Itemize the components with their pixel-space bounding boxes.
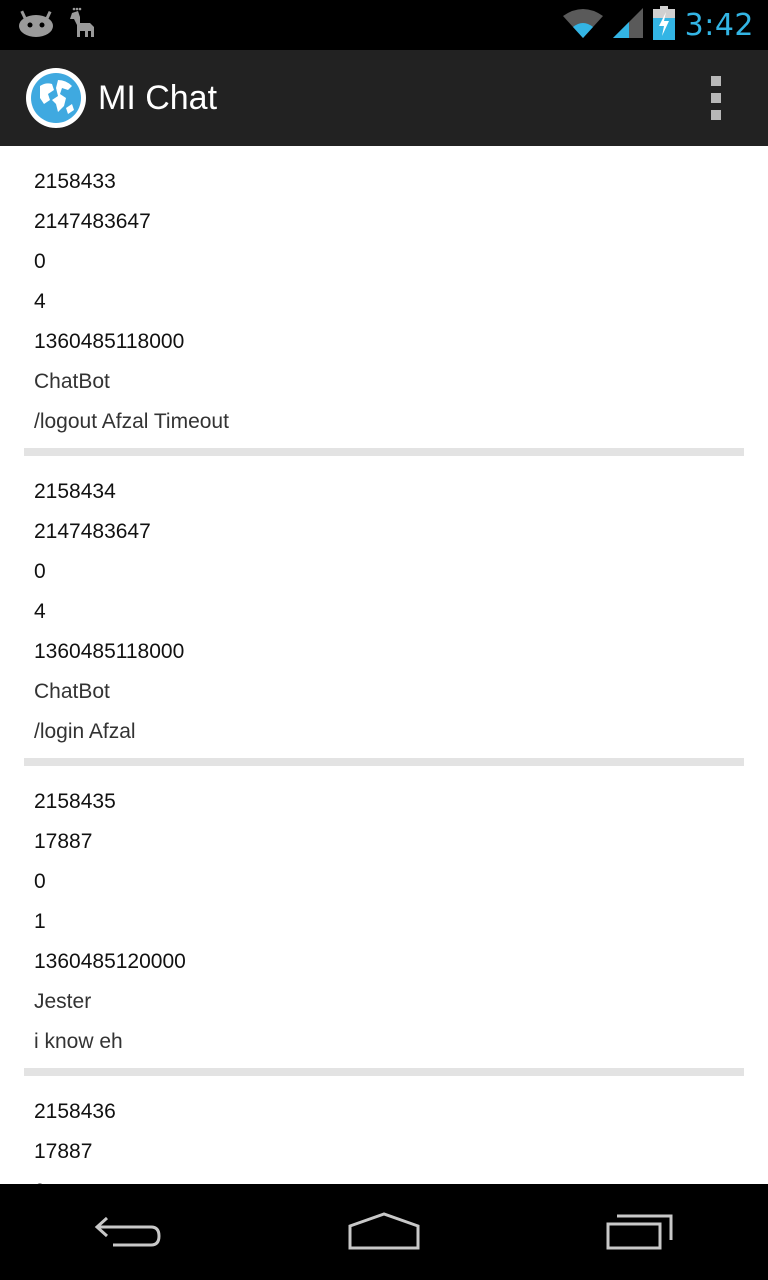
signal-icon — [612, 8, 643, 42]
screen: 3:42 MI Chat 2158433 2147483647 0 4 1360 — [0, 0, 768, 1280]
message-sender: Jester — [34, 990, 92, 1013]
android-icon — [18, 9, 54, 41]
message-type: 1 — [34, 910, 46, 933]
status-bar: 3:42 — [0, 0, 768, 50]
message-text: /login Afzal — [34, 720, 136, 743]
message-divider — [24, 758, 744, 766]
message-user-id: 2147483647 — [34, 520, 151, 543]
recent-apps-icon[interactable] — [585, 1202, 695, 1262]
message-timestamp: 1360485118000 — [34, 330, 185, 353]
system-icons: 3:42 — [562, 6, 754, 44]
message-item[interactable]: 2158435 17887 0 1 1360485120000 Jester i… — [24, 782, 744, 1062]
message-id: 2158433 — [34, 170, 116, 193]
message-timestamp: 1360485118000 — [34, 640, 185, 663]
message-text: i know eh — [34, 1030, 123, 1053]
home-icon[interactable] — [329, 1202, 439, 1262]
message-list[interactable]: 2158433 2147483647 0 4 1360485118000 Cha… — [0, 146, 768, 1184]
overflow-dot — [711, 76, 721, 86]
app-title: MI Chat — [98, 78, 218, 117]
message-flag: 0 — [34, 560, 46, 583]
message-sender: ChatBot — [34, 680, 110, 703]
message-item[interactable]: 2158434 2147483647 0 4 1360485118000 Cha… — [24, 472, 744, 752]
message-flag: 0 — [34, 870, 46, 893]
message-id: 2158435 — [34, 790, 116, 813]
message-timestamp: 1360485120000 — [34, 950, 186, 973]
notification-icons — [18, 7, 98, 43]
battery-charging-icon — [652, 6, 675, 44]
message-user-id: 2147483647 — [34, 210, 151, 233]
message-type: 4 — [34, 290, 46, 313]
navigation-bar — [0, 1184, 768, 1280]
overflow-menu-icon[interactable] — [704, 76, 728, 120]
action-bar: MI Chat — [0, 50, 768, 146]
overflow-dot — [711, 110, 721, 120]
overflow-dot — [711, 93, 721, 103]
status-time: 3:42 — [684, 7, 754, 43]
message-type: 4 — [34, 600, 46, 623]
camel-icon — [68, 7, 98, 43]
globe-icon[interactable] — [26, 68, 86, 128]
wifi-icon — [562, 8, 603, 42]
message-text: /logout Afzal Timeout — [34, 410, 229, 433]
message-item[interactable]: 2158436 17887 0 — [24, 1092, 744, 1184]
message-id: 2158436 — [34, 1100, 116, 1123]
message-item[interactable]: 2158433 2147483647 0 4 1360485118000 Cha… — [24, 162, 744, 442]
message-divider — [24, 1068, 744, 1076]
message-user-id: 17887 — [34, 830, 93, 853]
back-icon[interactable] — [73, 1202, 183, 1262]
message-divider — [24, 448, 744, 456]
message-user-id: 17887 — [34, 1140, 93, 1163]
message-sender: ChatBot — [34, 370, 110, 393]
message-flag: 0 — [34, 250, 46, 273]
message-flag: 0 — [24, 1172, 744, 1184]
message-id: 2158434 — [34, 480, 116, 503]
